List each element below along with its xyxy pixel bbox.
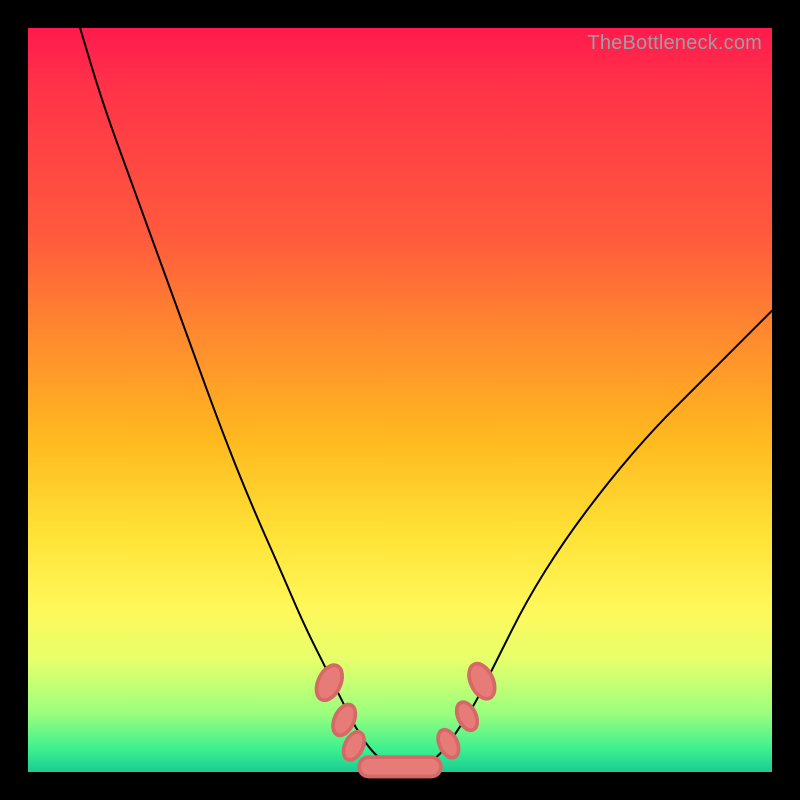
curve-marker-bar <box>359 757 441 776</box>
chart-frame: TheBottleneck.com <box>0 0 800 800</box>
plot-area: TheBottleneck.com <box>28 28 772 772</box>
curve-marker <box>311 661 347 704</box>
bottleneck-chart-svg <box>28 28 772 772</box>
bottleneck-curve <box>80 28 772 768</box>
curve-markers <box>311 660 499 777</box>
curve-marker <box>453 699 482 734</box>
